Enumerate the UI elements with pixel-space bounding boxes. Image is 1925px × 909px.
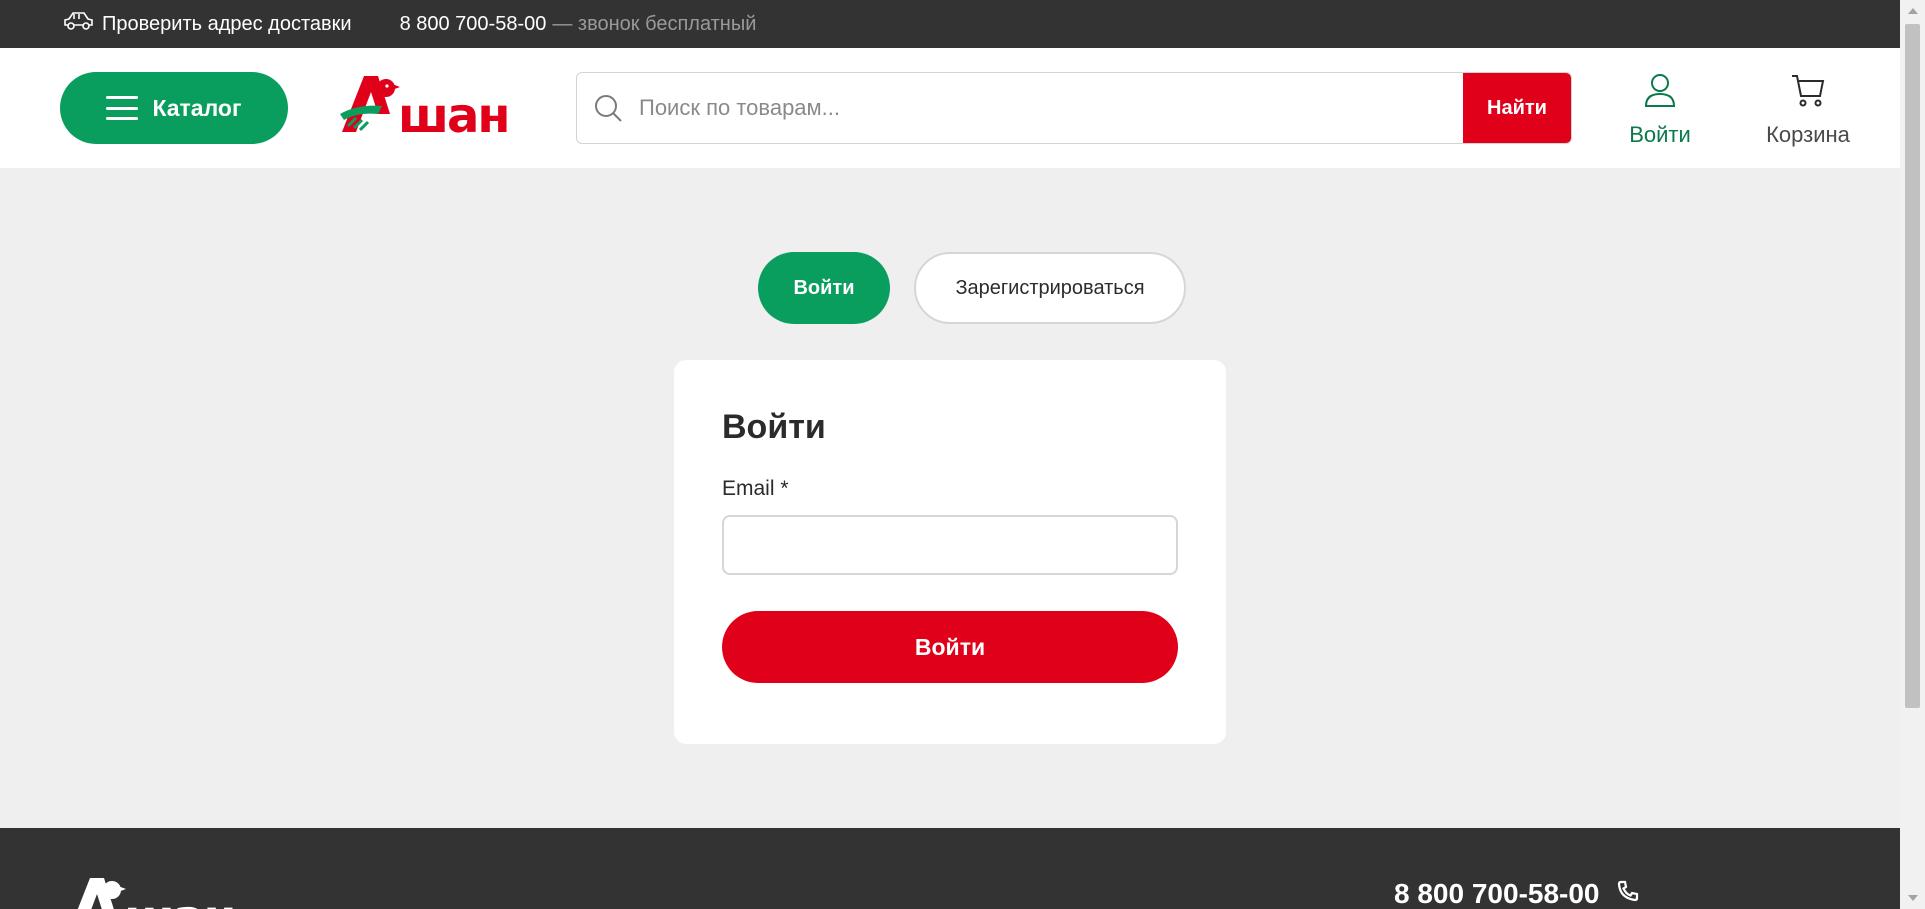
catalog-label: Каталог <box>152 94 242 121</box>
topbar-phone-note: — звонок бесплатный <box>552 12 757 35</box>
scrollbar-thumb[interactable] <box>1905 24 1920 708</box>
search-input[interactable] <box>639 73 1463 143</box>
auchan-logo[interactable]: шан <box>334 70 534 144</box>
site-footer: шан 8 800 700-58-00 <box>0 828 1900 909</box>
header-cart-button[interactable]: Корзина <box>1746 72 1870 148</box>
page-scrollbar[interactable] <box>1900 0 1925 909</box>
email-field[interactable] <box>722 515 1178 575</box>
scroll-up-arrow-icon[interactable] <box>1908 8 1918 14</box>
check-delivery-address-label: Проверить адрес доставки <box>102 12 352 35</box>
tab-register[interactable]: Зарегистрироваться <box>914 252 1186 324</box>
top-bar: Проверить адрес доставки 8 800 700-58-00… <box>0 0 1900 48</box>
search-bar: Найти <box>576 72 1572 144</box>
header-login-button[interactable]: Войти <box>1622 72 1698 148</box>
search-icon <box>577 73 639 143</box>
tab-login[interactable]: Войти <box>758 252 890 324</box>
footer-phone-number: 8 800 700-58-00 <box>1394 878 1600 909</box>
login-title: Войти <box>722 408 826 446</box>
cart-icon <box>1791 72 1825 114</box>
svg-text:шан: шан <box>398 88 509 142</box>
car-icon <box>62 10 94 38</box>
login-card: Войти Email * Войти <box>674 360 1226 744</box>
login-submit-button[interactable]: Войти <box>722 611 1178 683</box>
auth-tabs: Войти Зарегистрироваться <box>0 252 1900 324</box>
site-header: Каталог шан Найти <box>0 48 1900 168</box>
footer-phone-link[interactable]: 8 800 700-58-00 <box>1394 878 1640 909</box>
hamburger-icon <box>106 96 139 120</box>
search-submit-button[interactable]: Найти <box>1463 73 1571 143</box>
topbar-phone[interactable]: 8 800 700-58-00 <box>400 13 547 36</box>
catalog-button[interactable]: Каталог <box>60 72 288 144</box>
user-icon <box>1643 72 1677 114</box>
email-label: Email * <box>722 477 789 500</box>
header-login-label: Войти <box>1629 122 1691 147</box>
header-cart-label: Корзина <box>1766 122 1850 147</box>
phone-icon <box>1616 878 1640 909</box>
check-delivery-address-link[interactable]: Проверить адрес доставки <box>62 10 352 38</box>
scroll-down-arrow-icon[interactable] <box>1908 895 1918 901</box>
svg-text:шан: шан <box>124 890 235 909</box>
footer-logo[interactable]: шан <box>60 872 260 909</box>
